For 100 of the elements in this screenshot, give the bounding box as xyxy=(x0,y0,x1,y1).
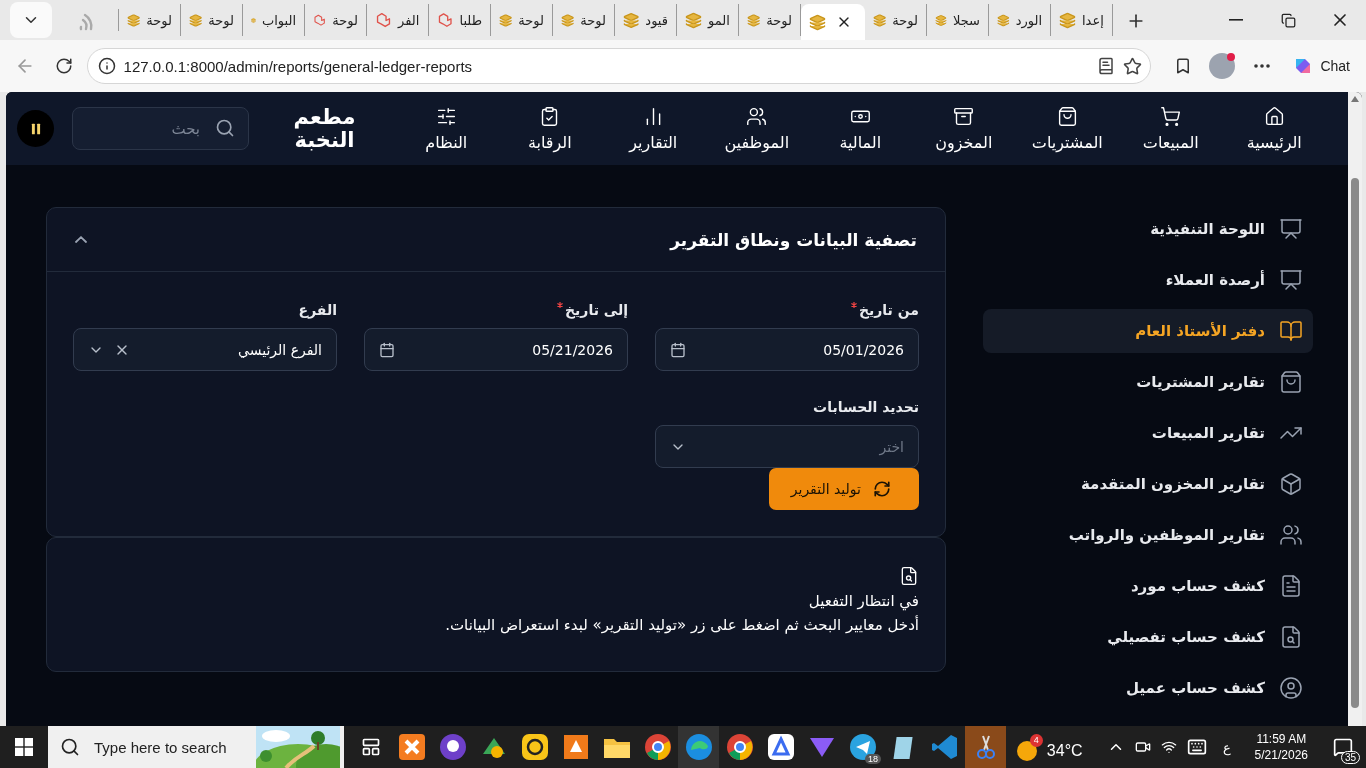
nav-item[interactable]: الرئيسية xyxy=(1222,98,1326,159)
paper-plane-icon xyxy=(849,734,876,760)
language-indicator[interactable]: ع xyxy=(1222,739,1231,755)
windows-logo-icon xyxy=(15,738,33,756)
nav-item[interactable]: الموظفين xyxy=(705,98,809,159)
notifications-button[interactable]: 35 xyxy=(1326,730,1360,764)
browser-tab[interactable]: لوحة xyxy=(119,4,181,36)
browser-tab[interactable]: سجلا xyxy=(927,4,989,36)
sliders-icon xyxy=(435,105,457,127)
info-icon[interactable] xyxy=(97,57,116,75)
refresh-icon xyxy=(873,480,891,498)
scrollbar[interactable] xyxy=(1348,92,1362,726)
collapse-button[interactable] xyxy=(75,236,87,243)
scroll-up-icon[interactable] xyxy=(1351,96,1359,102)
card-title: تصفية البيانات ونطاق التقرير xyxy=(670,229,917,250)
bag-icon xyxy=(1279,370,1303,394)
camera-icon[interactable] xyxy=(1134,739,1151,755)
chrome-logo-icon xyxy=(644,734,671,760)
browser-tab[interactable]: لوحة xyxy=(553,4,615,36)
field-label: تحديد الحسابات xyxy=(812,399,919,415)
file-search-icon xyxy=(899,566,919,586)
layers-icon xyxy=(623,11,640,29)
chat-button[interactable]: Chat xyxy=(1284,49,1358,83)
weather-widget[interactable]: 4 34°C xyxy=(1016,729,1083,765)
minimize-icon xyxy=(1229,19,1243,21)
cube-icon xyxy=(437,11,454,29)
calendar-icon[interactable] xyxy=(670,341,686,358)
users-icon xyxy=(1279,523,1303,547)
browser-tab[interactable]: طلبا xyxy=(429,4,491,36)
keyboard-icon[interactable] xyxy=(1186,737,1207,757)
sidebar-item[interactable]: تقارير المخزون المتقدمة xyxy=(983,462,1313,506)
browser-tab[interactable]: قيود xyxy=(615,4,677,36)
empty-state-message: أدخل معايير البحث ثم اضغط على زر «توليد التقرير» لبدء استعراض البيانات. xyxy=(445,616,919,634)
nav-item[interactable]: المبيعات xyxy=(1119,98,1223,159)
chevron-up-icon xyxy=(75,236,87,243)
cube-icon xyxy=(1279,472,1303,496)
search-icon xyxy=(60,737,80,757)
logo-text: النخبة xyxy=(294,128,355,152)
calendar-icon[interactable] xyxy=(379,341,395,358)
task-view-icon xyxy=(360,737,381,757)
sidebar-item[interactable]: كشف حساب مورد xyxy=(983,564,1313,608)
sidebar-item[interactable]: تقارير الموظفين والرواتب xyxy=(983,513,1313,557)
browser-tab[interactable]: البواب xyxy=(243,4,305,36)
restore-icon xyxy=(1280,12,1296,28)
browser-tab[interactable]: إعدا xyxy=(1051,4,1113,36)
nav-item[interactable]: الرقابة xyxy=(498,98,602,159)
nav-item[interactable]: التقارير xyxy=(601,98,705,159)
layers-icon xyxy=(809,13,826,31)
field-label: من تاريخ xyxy=(858,302,919,318)
browser-tab[interactable]: لوحة xyxy=(491,4,553,36)
clock[interactable]: 11:59 AM 5/21/2026 xyxy=(1254,731,1308,763)
weather-alert-badge: 4 xyxy=(1029,734,1043,747)
layers-icon xyxy=(561,11,575,29)
edge-icon[interactable] xyxy=(678,726,719,768)
scissors-app-icon[interactable] xyxy=(965,726,1006,768)
search-field[interactable]: بحث xyxy=(72,107,249,150)
notification-count-badge: 35 xyxy=(1340,751,1360,764)
wifi-icon[interactable] xyxy=(1160,739,1177,755)
sidebar-item[interactable]: كشف حساب تفصيلي xyxy=(983,615,1313,659)
sidebar-item[interactable]: اللوحة التنفيذية xyxy=(983,207,1313,251)
nav-item[interactable]: المشتريات xyxy=(1015,98,1119,159)
sidebar-item[interactable]: دفتر الأستاذ العام xyxy=(983,309,1313,353)
star-icon[interactable] xyxy=(1122,56,1142,76)
user-circle-icon xyxy=(1279,676,1303,700)
layers-icon xyxy=(499,11,513,29)
layers-icon xyxy=(189,11,203,29)
search-icon xyxy=(215,118,235,138)
reader-view-icon[interactable] xyxy=(1096,57,1115,75)
presentation-icon xyxy=(1279,268,1303,292)
field-label: الفرع xyxy=(298,302,337,318)
browser-tab[interactable]: الفر xyxy=(367,4,429,36)
sidebar-item[interactable]: تقارير المشتريات xyxy=(983,360,1313,404)
avatar-icon xyxy=(1209,53,1236,79)
sidebar-item[interactable]: كشف حساب عميل xyxy=(983,666,1313,710)
layers-icon xyxy=(873,11,887,29)
nav-item[interactable]: النظام xyxy=(394,98,498,159)
address-field[interactable]: 127.0.0.1:8000/admin/reports/general-ledger-reports xyxy=(86,48,1151,84)
layers-icon xyxy=(127,11,141,29)
presentation-icon xyxy=(1279,217,1303,241)
date-field[interactable]: 05/01/2026 xyxy=(655,328,919,371)
archive-icon xyxy=(953,105,975,127)
temperature-text: 34°C xyxy=(1046,741,1083,761)
browser-tab[interactable]: لوحة xyxy=(181,4,243,36)
browser-tab[interactable]: الورد xyxy=(989,4,1051,36)
select-field[interactable]: اختر xyxy=(655,425,919,468)
nav-item[interactable]: المالية xyxy=(808,98,912,159)
browser-tab[interactable]: المو xyxy=(677,4,739,36)
date-field[interactable]: 05/21/2026 xyxy=(364,328,628,371)
generate-report-button[interactable]: توليد التقرير xyxy=(768,468,919,510)
sidebar-item[interactable]: تقارير المبيعات xyxy=(983,411,1313,455)
url-text: 127.0.0.1:8000/admin/reports/general-ledger-reports xyxy=(123,57,474,75)
unread-count-badge: 18 xyxy=(865,754,881,764)
pause-button[interactable] xyxy=(17,110,54,147)
book-icon xyxy=(1279,319,1303,343)
browser-tab[interactable]: لوحة xyxy=(739,4,801,36)
select-field[interactable]: الفرع الرئيسي xyxy=(73,328,337,371)
sidebar-item[interactable]: أرصدة العملاء xyxy=(983,258,1313,302)
taskbar-search-field[interactable]: Type here to search xyxy=(92,737,242,757)
nav-item[interactable]: المخزون xyxy=(912,98,1016,159)
browser-tab[interactable]: لوحة xyxy=(305,4,367,36)
